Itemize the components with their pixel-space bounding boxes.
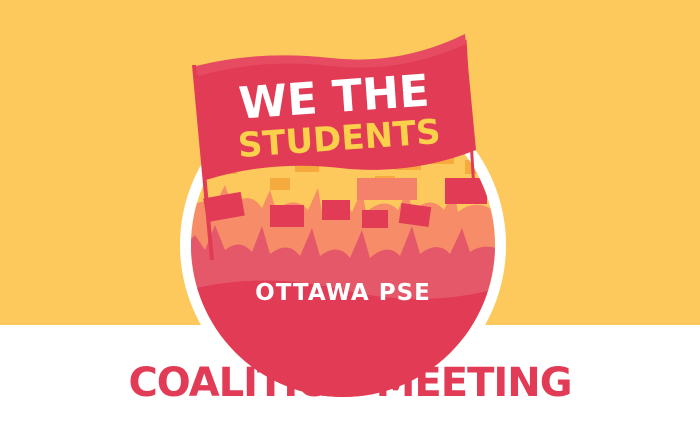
location-label: OTTAWA PSE bbox=[255, 280, 431, 306]
page-title: COALITION MEETING bbox=[128, 360, 572, 406]
